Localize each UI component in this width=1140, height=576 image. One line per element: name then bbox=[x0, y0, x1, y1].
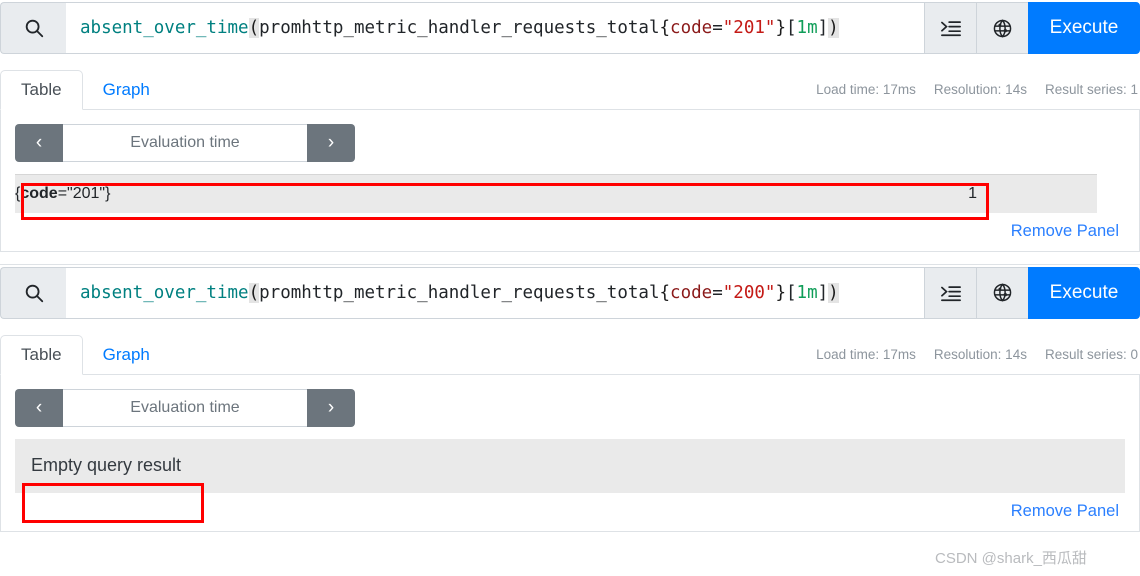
expr-token-paren: ) bbox=[828, 282, 839, 303]
search-icon bbox=[23, 282, 45, 304]
metrics-explorer-globe-icon bbox=[992, 18, 1013, 39]
query-meta-1: Load time: 17ms Resolution: 14s Result s… bbox=[816, 82, 1140, 109]
expression-text-1: absent_over_time(promhttp_metric_handler… bbox=[80, 18, 839, 38]
expr-token-paren: ) bbox=[828, 18, 839, 38]
evaluation-time-group-2: ‹ Evaluation time › bbox=[15, 388, 355, 427]
eval-time-next-button-2[interactable]: › bbox=[307, 388, 355, 427]
expr-token-op: = bbox=[712, 282, 723, 303]
execute-label: Execute bbox=[1049, 17, 1119, 38]
metrics-explorer-button-2[interactable] bbox=[976, 266, 1028, 319]
expr-token-str: "201" bbox=[722, 18, 776, 38]
metrics-explorer-globe-icon bbox=[992, 282, 1013, 303]
format-expression-icon bbox=[940, 18, 962, 38]
result-table-1: {code="201"} 1 bbox=[15, 174, 1097, 213]
expr-token-dur: 1m bbox=[796, 18, 818, 38]
execute-label: Execute bbox=[1049, 281, 1119, 303]
panel-body-1: ‹ Evaluation time › {code="201"} 1 Remov… bbox=[0, 110, 1140, 252]
expr-token-dur: 1m bbox=[796, 282, 818, 303]
tab-graph-1[interactable]: Graph bbox=[83, 71, 170, 109]
table-row[interactable]: {code="201"} 1 bbox=[15, 174, 1097, 213]
chevron-left-icon: ‹ bbox=[35, 132, 43, 153]
label-key: code bbox=[20, 184, 58, 202]
metrics-explorer-button-1[interactable] bbox=[976, 2, 1028, 54]
expr-token-metric: promhttp_metric_handler_requests_total bbox=[259, 282, 660, 303]
expr-token-op: = bbox=[712, 18, 723, 38]
expression-input-group-2: absent_over_time(promhttp_metric_handler… bbox=[0, 266, 1140, 319]
query-panel-1: absent_over_time(promhttp_metric_handler… bbox=[0, 2, 1140, 252]
execute-button-2[interactable]: Execute bbox=[1028, 266, 1140, 319]
eval-time-prev-button-1[interactable]: ‹ bbox=[15, 124, 63, 162]
result-series-count: Result series: 0 bbox=[1044, 346, 1138, 362]
series-pad-cell bbox=[977, 174, 1097, 213]
tab-label: Table bbox=[21, 344, 62, 364]
evaluation-time-input-1[interactable]: Evaluation time bbox=[63, 124, 307, 162]
expr-token-fn: absent_over_time bbox=[80, 282, 249, 303]
eval-time-next-button-1[interactable]: › bbox=[307, 124, 355, 162]
expression-input-1[interactable]: absent_over_time(promhttp_metric_handler… bbox=[66, 2, 924, 54]
remove-panel-link-2[interactable]: Remove Panel bbox=[1011, 502, 1119, 521]
expr-token-paren: ( bbox=[248, 18, 260, 38]
expr-token-brace: } bbox=[775, 282, 786, 303]
evaluation-time-group-1: ‹ Evaluation time › bbox=[15, 124, 355, 162]
search-icon-button-2[interactable] bbox=[0, 266, 66, 319]
expression-input-group-1: absent_over_time(promhttp_metric_handler… bbox=[0, 2, 1140, 54]
watermark: CSDN @shark_西瓜甜 bbox=[935, 550, 1087, 567]
expr-token-paren: ( bbox=[248, 282, 260, 303]
search-icon bbox=[23, 17, 45, 39]
tab-table-2[interactable]: Table bbox=[0, 334, 83, 375]
expr-token-bracket: ] bbox=[817, 282, 829, 303]
expr-token-bracket: ] bbox=[817, 18, 829, 38]
result-tabs-1: Table Graph Load time: 17ms Resolution: … bbox=[0, 64, 1140, 110]
chevron-right-icon: › bbox=[327, 396, 335, 418]
chevron-right-icon: › bbox=[327, 132, 335, 153]
tab-label: Graph bbox=[102, 344, 150, 364]
load-time: Load time: 17ms bbox=[816, 82, 916, 97]
execute-button-1[interactable]: Execute bbox=[1028, 2, 1140, 54]
panel-divider bbox=[0, 263, 1140, 265]
expr-token-bracket: [ bbox=[785, 18, 797, 38]
tab-label: Graph bbox=[102, 80, 150, 100]
expression-text-2: absent_over_time(promhttp_metric_handler… bbox=[80, 282, 839, 303]
load-time: Load time: 17ms bbox=[816, 346, 916, 362]
evaluation-time-placeholder: Evaluation time bbox=[130, 398, 240, 416]
format-expression-icon bbox=[940, 283, 962, 303]
label-equals: = bbox=[57, 184, 68, 202]
label-value: "201" bbox=[67, 184, 106, 202]
empty-query-result-2: Empty query result bbox=[15, 438, 1125, 493]
query-panel-2: absent_over_time(promhttp_metric_handler… bbox=[0, 266, 1140, 532]
tab-label: Table bbox=[21, 80, 62, 100]
expression-input-2[interactable]: absent_over_time(promhttp_metric_handler… bbox=[66, 266, 924, 319]
expr-token-brace: } bbox=[775, 18, 786, 38]
expr-token-label: code bbox=[670, 18, 713, 38]
search-icon-button-1[interactable] bbox=[0, 2, 66, 54]
resolution: Resolution: 14s bbox=[933, 82, 1027, 97]
expr-token-brace: { bbox=[659, 282, 671, 303]
expr-token-fn: absent_over_time bbox=[80, 18, 249, 38]
evaluation-time-placeholder: Evaluation time bbox=[130, 134, 240, 151]
empty-query-result-text: Empty query result bbox=[31, 455, 182, 475]
expr-token-metric: promhttp_metric_handler_requests_total bbox=[259, 18, 660, 38]
resolution: Resolution: 14s bbox=[933, 346, 1027, 362]
expr-token-bracket: [ bbox=[785, 282, 797, 303]
series-value-cell: 1 bbox=[777, 174, 977, 213]
chevron-left-icon: ‹ bbox=[35, 396, 43, 418]
tab-graph-2[interactable]: Graph bbox=[83, 336, 170, 374]
expr-token-brace: { bbox=[659, 18, 671, 38]
format-expression-button-2[interactable] bbox=[924, 266, 976, 319]
expr-token-str: "200" bbox=[722, 282, 776, 303]
eval-time-prev-button-2[interactable]: ‹ bbox=[15, 388, 63, 427]
evaluation-time-input-2[interactable]: Evaluation time bbox=[63, 388, 307, 427]
remove-panel-link-1[interactable]: Remove Panel bbox=[1011, 222, 1119, 241]
query-meta-2: Load time: 17ms Resolution: 14s Result s… bbox=[816, 347, 1140, 374]
series-label-cell: {code="201"} bbox=[15, 174, 777, 213]
prometheus-query-page: absent_over_time(promhttp_metric_handler… bbox=[0, 2, 1140, 576]
result-tabs-2: Table Graph Load time: 17ms Resolution: … bbox=[0, 329, 1140, 375]
format-expression-button-1[interactable] bbox=[924, 2, 976, 54]
expr-token-label: code bbox=[670, 282, 713, 303]
label-close-brace: } bbox=[105, 184, 111, 202]
result-series-count: Result series: 1 bbox=[1044, 82, 1138, 97]
tab-table-1[interactable]: Table bbox=[0, 70, 83, 110]
panel-body-2: ‹ Evaluation time › Empty query result R… bbox=[0, 374, 1140, 532]
